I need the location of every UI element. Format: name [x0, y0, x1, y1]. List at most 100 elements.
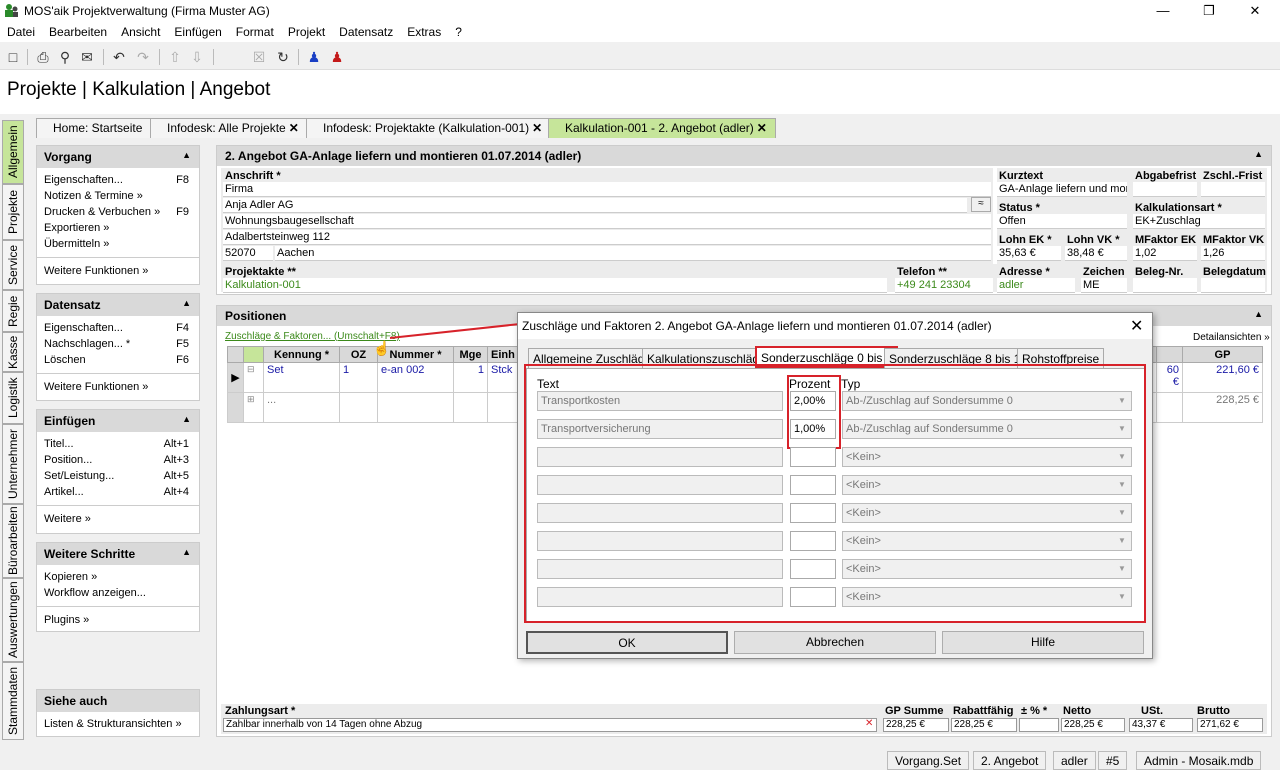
collapse-icon[interactable]: ▲ [182, 150, 191, 160]
netto-field[interactable]: 228,25 € [1061, 718, 1125, 732]
collapse-icon[interactable]: ▲ [1254, 309, 1263, 319]
menu-datensatz[interactable]: Datensatz [332, 22, 400, 39]
preview-icon[interactable]: ⚲ [56, 48, 74, 66]
gp-summe-field[interactable]: 228,25 € [883, 718, 949, 732]
clear-icon[interactable]: ✕ [865, 718, 873, 729]
sidebar-section-header[interactable]: Vorgang ▲ [37, 146, 199, 168]
cell-oz[interactable] [339, 392, 378, 423]
address-line-2[interactable]: Anja Adler AG [223, 198, 967, 213]
tab-kalkulation[interactable]: Kalkulation-001 - 2. Angebot (adler) ✕ [548, 118, 776, 138]
sidebar-item-loeschen[interactable]: Löschen F6 [37, 353, 199, 369]
restore-button[interactable]: ❐ [1186, 0, 1232, 22]
column-header-gp[interactable]: GP [1182, 346, 1263, 363]
tab-infodesk-projektakte[interactable]: Infodesk: Projektakte (Kalkulation-001) ✕ [306, 118, 552, 138]
menu-help[interactable]: ? [448, 22, 469, 39]
status-field[interactable]: Offen [997, 214, 1127, 229]
column-header-oz[interactable]: OZ [339, 346, 378, 363]
expand-icon[interactable]: ⊞ [243, 392, 264, 423]
vtab-regie[interactable]: Regie [2, 290, 24, 332]
sidebar-section-header[interactable]: Weitere Schritte ▲ [37, 543, 199, 565]
sidebar-section-header[interactable]: Datensatz ▲ [37, 294, 199, 316]
vtab-kasse[interactable]: Kasse [2, 332, 24, 372]
lohn-ek-field[interactable]: 35,63 € [997, 246, 1061, 261]
vtab-allgemein[interactable]: Allgemein [2, 120, 24, 184]
belegdatum-field[interactable] [1201, 278, 1265, 293]
close-tab-icon[interactable]: ✕ [757, 121, 767, 135]
minimize-button[interactable]: — [1140, 0, 1186, 22]
close-tab-icon[interactable]: ✕ [532, 121, 542, 135]
cell-kennung[interactable]: Set [263, 362, 340, 393]
cell-kennung[interactable]: ... [263, 392, 340, 423]
menu-projekt[interactable]: Projekt [281, 22, 332, 39]
hilfe-button[interactable]: Hilfe [942, 631, 1144, 654]
cell-mge[interactable]: 1 [453, 362, 488, 393]
zschl-frist-field[interactable] [1201, 182, 1265, 197]
signature-icon[interactable]: ≈ [971, 197, 991, 212]
tab-home[interactable]: Home: Startseite [36, 118, 152, 138]
cell-ep[interactable]: 60 € [1156, 362, 1183, 393]
collapse-icon[interactable]: ▲ [182, 298, 191, 308]
vtab-logistik[interactable]: Logistik [2, 372, 24, 424]
brutto-field[interactable]: 271,62 € [1197, 718, 1263, 732]
sidebar-item-position[interactable]: Position... Alt+3 [37, 453, 199, 469]
column-header-kennung[interactable]: Kennung * [263, 346, 340, 363]
sidebar-item-drucken[interactable]: Drucken & Verbuchen » F9 [37, 205, 199, 221]
sidebar-item-set-leistung[interactable]: Set/Leistung... Alt+5 [37, 469, 199, 485]
cell-nummer[interactable]: e-an 002 [377, 362, 454, 393]
detailansichten-link[interactable]: Detailansichten » [1193, 332, 1270, 343]
collapse-icon[interactable]: ▲ [1254, 149, 1263, 159]
mfaktor-vk-field[interactable]: 1,26 [1201, 246, 1265, 261]
projektakte-field[interactable]: Kalkulation-001 [223, 278, 887, 293]
abgabefrist-field[interactable] [1133, 182, 1197, 197]
ust-field[interactable]: 43,37 € [1129, 718, 1193, 732]
sidebar-item-notizen[interactable]: Notizen & Termine » [37, 189, 199, 205]
expand-icon[interactable]: ⊟ [243, 362, 264, 393]
cell-gp[interactable]: 221,60 € [1182, 362, 1263, 393]
user-blue-icon[interactable]: ♟ [305, 48, 323, 66]
refresh-icon[interactable]: ↻ [274, 48, 292, 66]
sidebar-item-weitere[interactable]: Weitere » [37, 512, 199, 528]
vtab-bueroarbeiten[interactable]: Büroarbeiten [2, 504, 24, 578]
cell-einh[interactable]: Stck [487, 362, 519, 393]
close-tab-icon[interactable]: ✕ [289, 121, 299, 135]
vtab-stammdaten[interactable]: Stammdaten [2, 662, 24, 740]
kurztext-field[interactable]: GA-Anlage liefern und mon [997, 182, 1127, 197]
lohn-vk-field[interactable]: 38,48 € [1065, 246, 1127, 261]
column-header-einh[interactable]: Einh [487, 346, 519, 363]
collapse-icon[interactable]: ▲ [182, 547, 191, 557]
sidebar-item-plugins[interactable]: Plugins » [37, 613, 199, 629]
address-line-1[interactable]: Firma [223, 182, 991, 197]
tab-infodesk-projekte[interactable]: Infodesk: Alle Projekte ✕ [150, 118, 308, 138]
ort-field[interactable]: Aachen [275, 246, 991, 261]
sidebar-item-uebermitteln[interactable]: Übermitteln » [37, 237, 199, 253]
cell-gp[interactable]: 228,25 € [1182, 392, 1263, 423]
sidebar-section-header[interactable]: Einfügen ▲ [37, 410, 199, 432]
menu-extras[interactable]: Extras [400, 22, 448, 39]
sidebar-item-exportieren[interactable]: Exportieren » [37, 221, 199, 237]
cell-mge[interactable] [453, 392, 488, 423]
plz-field[interactable]: 52070 [223, 246, 273, 261]
menu-format[interactable]: Format [229, 22, 281, 39]
print-icon[interactable]: ⎙ [34, 48, 52, 66]
close-window-button[interactable]: ✕ [1232, 0, 1278, 22]
zeichen-field[interactable]: ME [1081, 278, 1127, 293]
beleg-nr-field[interactable] [1133, 278, 1197, 293]
sidebar-item-kopieren[interactable]: Kopieren » [37, 570, 199, 586]
prozent-field[interactable] [1019, 718, 1059, 732]
sidebar-item-nachschlagen[interactable]: Nachschlagen... * F5 [37, 337, 199, 353]
collapse-icon[interactable]: ▲ [182, 414, 191, 424]
adresse-field[interactable]: adler [997, 278, 1075, 293]
delete-icon[interactable]: ☒ [250, 48, 268, 66]
arrow-up-icon[interactable]: ⇧ [166, 48, 184, 66]
vtab-unternehmer[interactable]: Unternehmer [2, 424, 24, 504]
sidebar-item-workflow[interactable]: Workflow anzeigen... [37, 586, 199, 602]
abbrechen-button[interactable]: Abbrechen [734, 631, 936, 654]
user-red-icon[interactable]: ♟ [328, 48, 346, 66]
dialog-close-button[interactable]: ✕ [1130, 316, 1143, 336]
vtab-auswertungen[interactable]: Auswertungen [2, 578, 24, 662]
sidebar-item-weitere-funktionen[interactable]: Weitere Funktionen » [37, 380, 199, 396]
sidebar-item-titel[interactable]: Titel... Alt+1 [37, 437, 199, 453]
sidebar-item-listen[interactable]: Listen & Strukturansichten » [37, 717, 199, 733]
cell-ep[interactable] [1156, 392, 1183, 423]
cell-oz[interactable]: 1 [339, 362, 378, 393]
